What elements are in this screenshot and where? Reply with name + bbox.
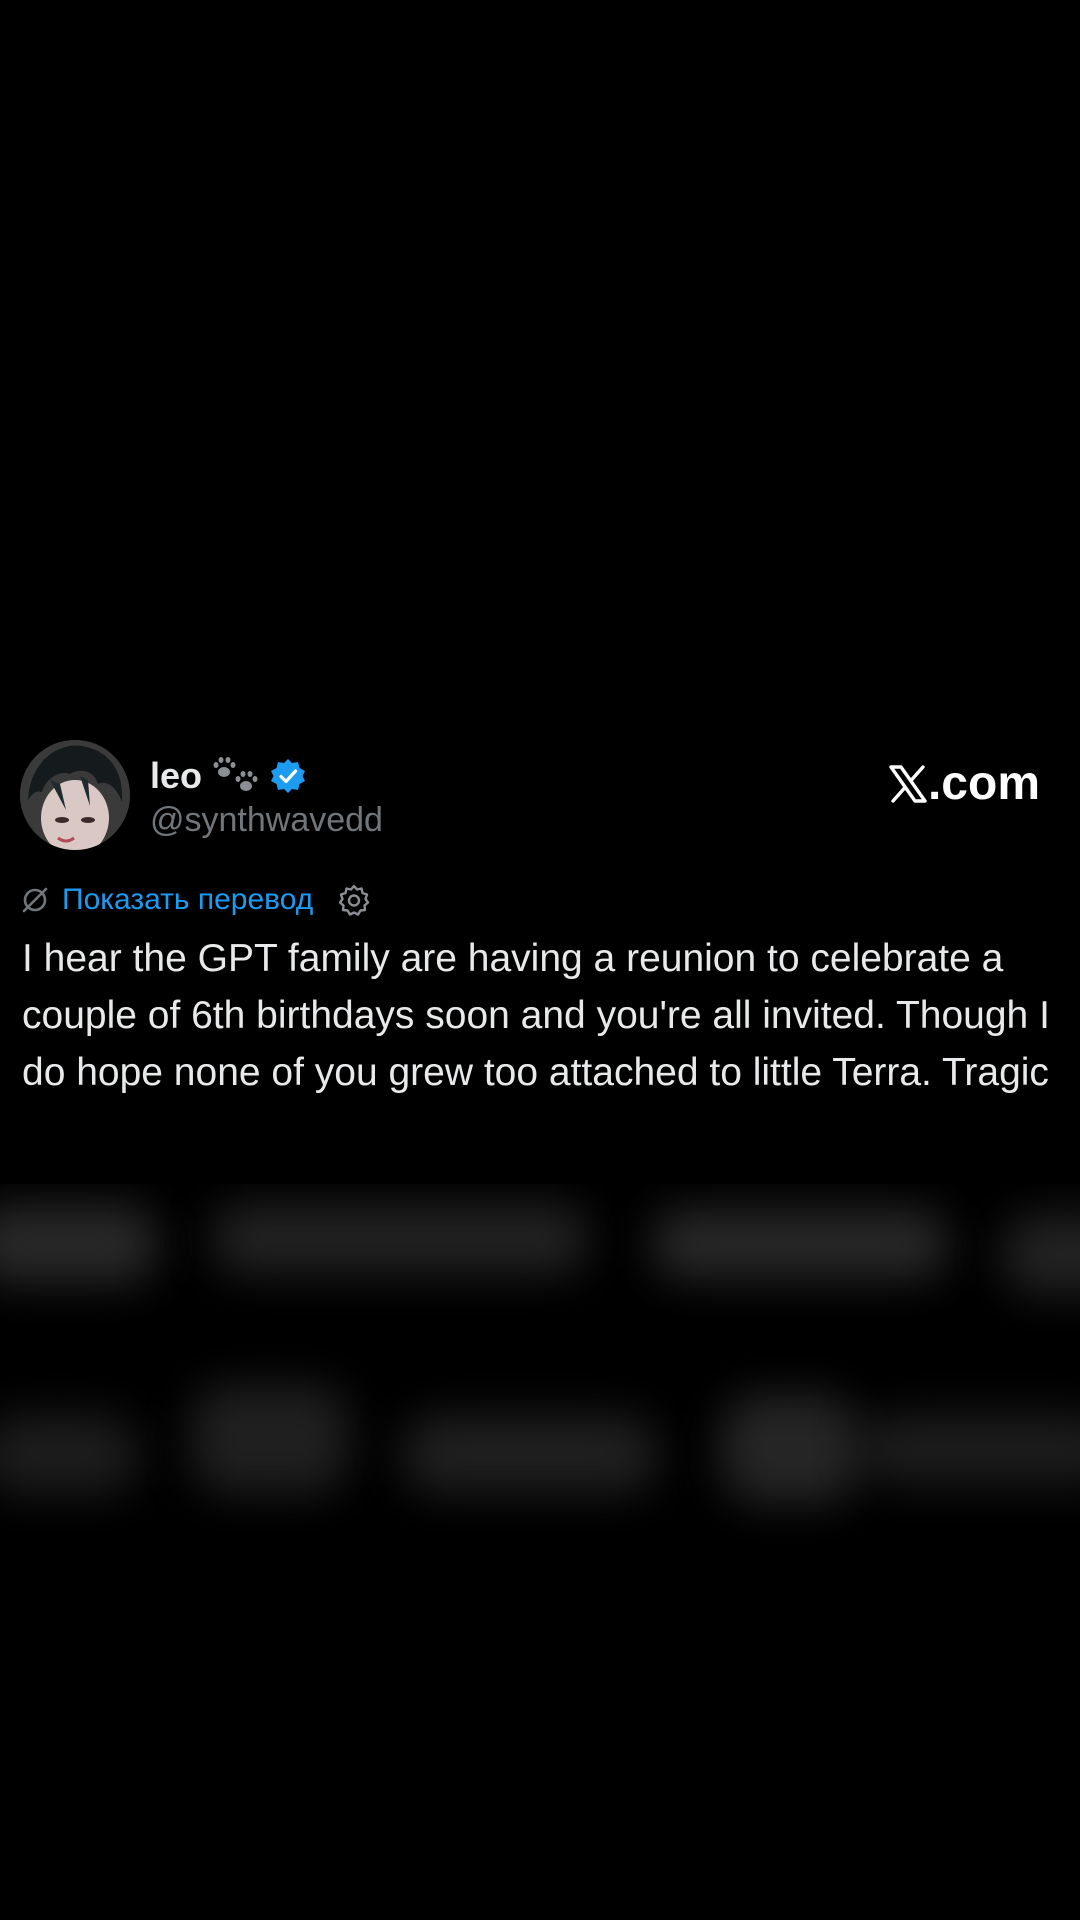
brand-domain: .com — [927, 757, 1040, 810]
blur-shape — [720, 1394, 860, 1504]
author-name-row[interactable]: leo — [150, 752, 306, 800]
user-handle[interactable]: @synthwavedd — [150, 798, 383, 842]
avatar-image — [20, 740, 130, 850]
avatar[interactable] — [20, 740, 130, 850]
gear-icon[interactable] — [337, 883, 371, 917]
paw-prints-icon — [212, 756, 260, 796]
no-translate-icon — [20, 885, 50, 915]
post-text: I hear the GPT family are having a reuni… — [22, 937, 1050, 1094]
blur-shape — [1000, 1214, 1080, 1294]
blurred-overlay — [0, 1184, 1080, 1584]
show-translation-link[interactable]: Показать перевод — [62, 880, 313, 920]
x-com-watermark: .com — [888, 756, 1040, 812]
blur-shape — [0, 1414, 140, 1494]
post-card: leo @synthwavedd .com Показать перевод I… — [0, 730, 1080, 1184]
blur-shape — [860, 1414, 1080, 1484]
verified-badge-icon — [270, 758, 306, 794]
blur-shape — [650, 1209, 950, 1279]
blur-shape — [0, 1204, 160, 1284]
display-name[interactable]: leo — [150, 756, 202, 796]
blur-shape — [190, 1384, 350, 1494]
translate-row: Показать перевод — [20, 880, 371, 920]
blur-shape — [400, 1414, 660, 1494]
blur-shape — [210, 1204, 590, 1274]
x-logo-icon — [888, 764, 928, 804]
